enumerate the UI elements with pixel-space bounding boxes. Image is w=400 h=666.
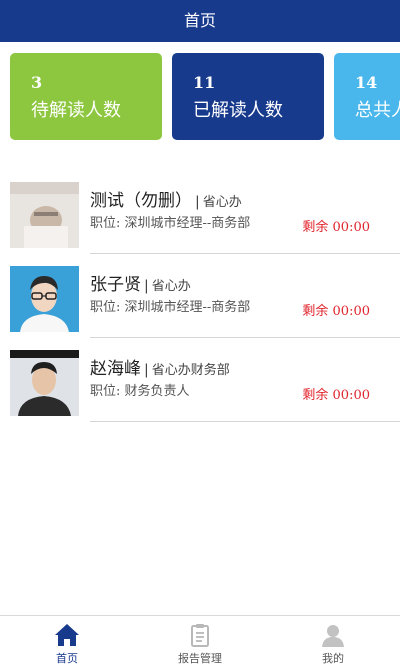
user-icon <box>320 622 346 648</box>
name-separator: | <box>195 194 200 210</box>
home-icon <box>54 622 80 648</box>
avatar <box>10 182 79 248</box>
tab-report-management[interactable]: 报告管理 <box>133 616 267 666</box>
stat-value: 11 <box>193 73 216 92</box>
stat-card-pending[interactable]: 3 待解读人数 <box>10 53 162 140</box>
stat-card-done[interactable]: 11 已解读人数 <box>172 53 324 140</box>
stat-label: 待解读人数 <box>31 100 121 121</box>
name-line: 张子贤 | 省心办 <box>90 270 191 295</box>
stat-value: 14 <box>355 73 378 92</box>
stat-label: 已解读人数 <box>193 100 283 121</box>
remaining-time: 剩余 00:00 <box>302 388 370 403</box>
stats-carousel[interactable]: 3 待解读人数 11 已解读人数 14 总共人数 <box>0 53 400 141</box>
list-item[interactable]: 测试（勿删） | 省心办 职位: 深圳城市经理--商务部 剩余 00:00 <box>0 170 400 254</box>
name-separator: | <box>144 278 149 294</box>
tab-label: 首页 <box>56 652 78 665</box>
tab-mine[interactable]: 我的 <box>266 616 400 666</box>
tab-home[interactable]: 首页 <box>0 616 134 666</box>
name-line: 测试（勿删） | 省心办 <box>90 186 242 211</box>
person-dept: 省心办财务部 <box>151 363 230 378</box>
clipboard-icon <box>187 622 213 648</box>
top-bar: 首页 <box>0 0 400 42</box>
list-item[interactable]: 张子贤 | 省心办 职位: 深圳城市经理--商务部 剩余 00:00 <box>0 254 400 338</box>
person-position: 职位: 深圳城市经理--商务部 <box>90 300 251 315</box>
person-name: 张子贤 <box>90 275 141 295</box>
person-dept: 省心办 <box>151 279 191 294</box>
list-item[interactable]: 赵海峰 | 省心办财务部 职位: 财务负责人 剩余 00:00 <box>0 338 400 422</box>
stat-card-total[interactable]: 14 总共人数 <box>334 53 400 140</box>
person-name: 测试（勿删） <box>90 191 192 211</box>
remaining-time: 剩余 00:00 <box>302 304 370 319</box>
tab-label: 我的 <box>322 652 344 665</box>
avatar <box>10 266 79 332</box>
name-separator: | <box>144 362 149 378</box>
bottom-tab-bar: 首页 报告管理 我的 <box>0 615 400 666</box>
stat-label: 总共人数 <box>355 100 400 121</box>
tab-label: 报告管理 <box>178 652 222 665</box>
divider <box>90 421 400 422</box>
person-position: 职位: 深圳城市经理--商务部 <box>90 216 251 231</box>
avatar <box>10 350 79 416</box>
person-dept: 省心办 <box>202 195 242 210</box>
page-title: 首页 <box>183 11 216 30</box>
person-name: 赵海峰 <box>90 359 141 379</box>
person-position: 职位: 财务负责人 <box>90 384 190 399</box>
remaining-time: 剩余 00:00 <box>302 220 370 235</box>
name-line: 赵海峰 | 省心办财务部 <box>90 354 230 379</box>
stat-value: 3 <box>31 73 43 92</box>
